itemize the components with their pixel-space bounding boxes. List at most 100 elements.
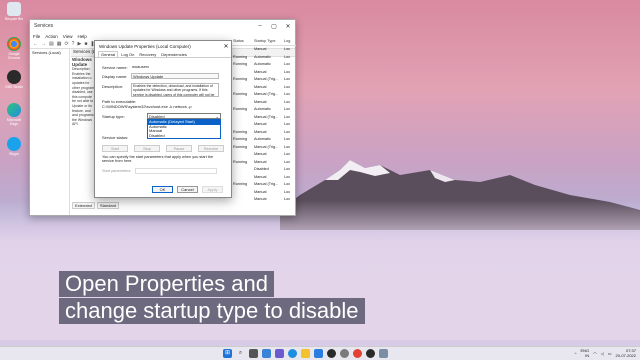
start-parameters-input[interactable] xyxy=(135,168,218,174)
play-icon[interactable]: ▶ xyxy=(77,41,81,47)
task-view-icon[interactable] xyxy=(249,349,258,358)
language-indicator[interactable]: ENG IN xyxy=(581,348,590,358)
widgets-icon[interactable] xyxy=(262,349,271,358)
table-row[interactable]: Manual Loc xyxy=(232,151,296,159)
menu-help[interactable]: Help xyxy=(77,34,86,39)
start-parameters-hint: You can specify the start parameters tha… xyxy=(102,155,214,164)
table-row[interactable]: Manual Loc xyxy=(232,83,296,91)
desktop-icon-edge[interactable]: Microsoft Edge xyxy=(3,103,25,126)
close-icon[interactable]: ✕ xyxy=(281,23,295,30)
caption-line-1: Open Properties and xyxy=(59,271,275,297)
cell-status: Running xyxy=(233,77,248,82)
maximize-icon[interactable]: ▢ xyxy=(267,23,281,30)
cell-log-on: Loc xyxy=(284,137,291,142)
table-row[interactable]: Running Manual Loc xyxy=(232,158,296,166)
dialog-tabs: General Log On Recovery Dependencies xyxy=(95,51,231,58)
col-status[interactable]: Status xyxy=(232,39,254,43)
cell-startup-type: Manual xyxy=(254,122,267,127)
resume-button[interactable]: Resume xyxy=(198,145,224,152)
table-row[interactable]: Manual Loc xyxy=(232,188,296,196)
table-row[interactable]: Manual Loc xyxy=(232,121,296,129)
ok-button[interactable]: OK xyxy=(152,186,173,193)
table-row[interactable]: Running Manual (Trig... Loc xyxy=(232,143,296,151)
properties-dialog: Windows Update Properties (Local Compute… xyxy=(94,40,232,198)
table-row[interactable]: Running Manual (Trig... Loc xyxy=(232,181,296,189)
cell-status: Running xyxy=(233,62,248,67)
stop-button[interactable]: Stop xyxy=(134,145,160,152)
stop-icon[interactable]: ■ xyxy=(84,41,87,47)
table-row[interactable]: Manual Loc xyxy=(232,98,296,106)
table-row[interactable]: Manual Loc xyxy=(232,46,296,54)
menu-file[interactable]: File xyxy=(33,34,40,39)
store-icon[interactable] xyxy=(314,349,323,358)
services-titlebar: Services – ▢ ✕ xyxy=(30,20,295,32)
service-name-label: Service name: xyxy=(102,64,128,70)
table-row[interactable]: Manual Loc xyxy=(232,173,296,181)
option-disabled[interactable]: Disabled xyxy=(148,133,220,139)
table-row[interactable]: Running Manual (Trig... Loc xyxy=(232,76,296,84)
start-button[interactable]: Start xyxy=(102,145,128,152)
cell-startup-type: Manual xyxy=(254,152,267,157)
display-name-field[interactable]: Windows Update xyxy=(131,73,219,79)
chrome-icon[interactable] xyxy=(353,349,362,358)
desktop-icon-obs[interactable]: OBS Studio xyxy=(3,70,25,89)
battery-icon[interactable]: ▭ xyxy=(608,351,612,356)
tab-recovery[interactable]: Recovery xyxy=(137,52,158,57)
table-row[interactable]: Manual Loc xyxy=(232,196,296,204)
desktop-icon-skype[interactable]: Skype xyxy=(3,137,25,156)
description-field[interactable]: Enables the detection, download, and ins… xyxy=(131,83,219,97)
cell-startup-type: Manual xyxy=(254,47,267,52)
console-icon[interactable]: ▤ xyxy=(49,41,54,47)
table-row[interactable]: Running Manual Loc xyxy=(232,128,296,136)
search-icon[interactable]: ⌕ xyxy=(236,349,245,358)
services-table: Status Startup Type Log Manual Loc Running… xyxy=(232,38,296,203)
apply-button[interactable]: Apply xyxy=(202,186,223,193)
minimize-icon[interactable]: – xyxy=(253,23,267,30)
tab-dependencies[interactable]: Dependencies xyxy=(159,52,189,57)
cancel-button[interactable]: Cancel xyxy=(177,186,198,193)
start-icon[interactable]: ⊞ xyxy=(223,349,232,358)
display-name-row: Display name: Windows Update xyxy=(102,73,219,79)
cell-startup-type: Disabled xyxy=(254,167,269,172)
table-row[interactable]: Running Automatic Loc xyxy=(232,106,296,114)
desktop-icon-recycle-bin[interactable]: Recycle Bin xyxy=(3,2,25,21)
file-explorer-icon[interactable] xyxy=(301,349,310,358)
wifi-icon[interactable]: ◠ xyxy=(593,351,597,356)
settings-icon[interactable] xyxy=(340,349,349,358)
refresh-icon[interactable]: ⟳ xyxy=(64,41,68,47)
obs-icon[interactable] xyxy=(366,349,375,358)
properties-icon[interactable]: ▦ xyxy=(57,41,62,47)
col-startup-type[interactable]: Startup Type xyxy=(254,39,284,43)
pause-button[interactable]: Pause xyxy=(166,145,192,152)
close-icon[interactable]: ✕ xyxy=(221,43,231,50)
forward-icon[interactable]: → xyxy=(41,41,46,47)
table-row[interactable]: Running Automatic Loc xyxy=(232,136,296,144)
desktop-icon-chrome[interactable]: Google Chrome xyxy=(3,37,25,60)
table-row[interactable]: Disabled Loc xyxy=(232,166,296,174)
volume-icon[interactable]: ◁ xyxy=(601,351,604,356)
services-app-icon[interactable] xyxy=(379,349,388,358)
tab-extended[interactable]: Extended xyxy=(72,202,95,209)
tree-node-services-local[interactable]: Services (Local) xyxy=(30,49,69,56)
menu-view[interactable]: View xyxy=(63,34,73,39)
tab-standard[interactable]: Standard xyxy=(96,202,120,209)
back-icon[interactable]: ← xyxy=(33,41,38,47)
xbox-icon[interactable] xyxy=(327,349,336,358)
table-row[interactable]: Manual (Trig... Loc xyxy=(232,113,296,121)
table-row[interactable]: Manual Loc xyxy=(232,68,296,76)
help-icon[interactable]: ? xyxy=(72,41,75,47)
clock[interactable]: 07:37 20-07-2022 xyxy=(616,348,636,358)
chat-icon[interactable] xyxy=(275,349,284,358)
tab-log-on[interactable]: Log On xyxy=(119,52,136,57)
cell-log-on: Loc xyxy=(284,54,291,59)
edge-icon[interactable] xyxy=(288,349,297,358)
table-body: Manual Loc Running Automatic Loc Running Autom… xyxy=(232,46,296,204)
cell-log-on: Loc xyxy=(284,114,291,119)
table-row[interactable]: Running Automatic Loc xyxy=(232,61,296,69)
tab-general[interactable]: General xyxy=(98,51,119,57)
table-row[interactable]: Running Manual (Trig... Loc xyxy=(232,91,296,99)
chevron-up-icon[interactable]: ^ xyxy=(575,351,577,356)
table-row[interactable]: Running Automatic Loc xyxy=(232,53,296,61)
col-log-on[interactable]: Log xyxy=(284,39,296,43)
menu-action[interactable]: Action xyxy=(45,34,58,39)
